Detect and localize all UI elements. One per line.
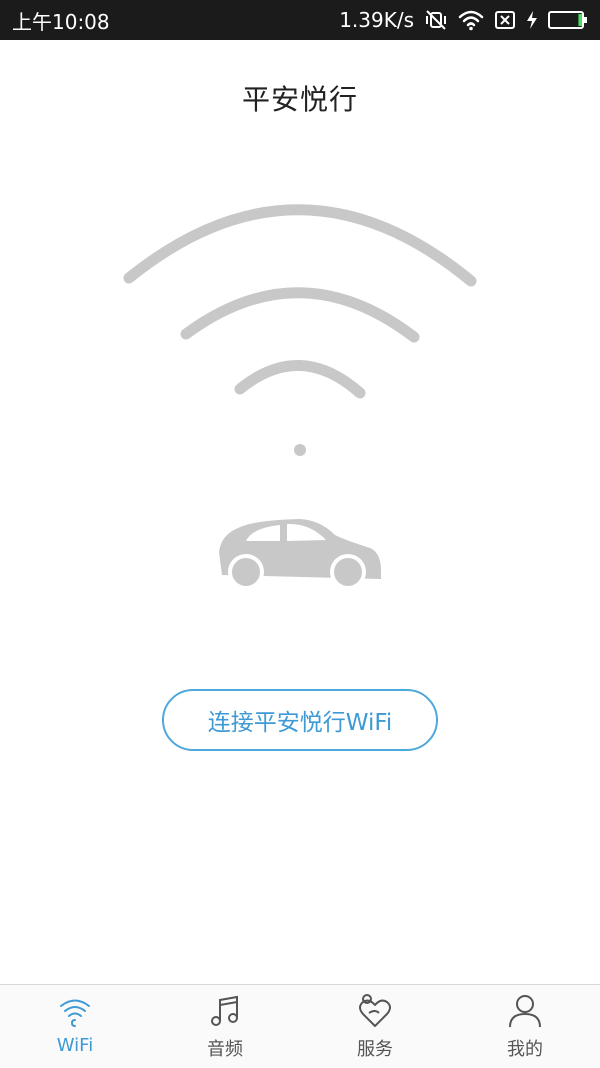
heart-people-icon bbox=[359, 994, 391, 1027]
hero-illustration bbox=[123, 204, 477, 590]
tab-mine-label: 我的 bbox=[507, 1039, 543, 1060]
battery-icon bbox=[548, 11, 587, 29]
tab-mine[interactable]: 我的 bbox=[450, 985, 600, 1068]
wifi-tab-icon bbox=[60, 999, 90, 1027]
wifi-signal-icon bbox=[458, 10, 484, 31]
tab-service-label: 服务 bbox=[357, 1039, 393, 1060]
music-note-icon bbox=[211, 995, 238, 1026]
tab-wifi[interactable]: WiFi bbox=[0, 985, 150, 1068]
tab-wifi-label: WiFi bbox=[56, 1035, 94, 1056]
user-icon bbox=[509, 995, 541, 1028]
tab-audio-label: 音频 bbox=[207, 1039, 243, 1060]
status-bar: 上午10:08 1.39K/s bbox=[0, 0, 600, 40]
tab-service[interactable]: 服务 bbox=[300, 985, 450, 1068]
status-icons: 1.39K/s bbox=[339, 8, 588, 32]
mute-vibrate-icon bbox=[426, 10, 446, 30]
page-title: 平安悦行 bbox=[241, 83, 358, 116]
connect-wifi-button-label: 连接平安悦行WiFi bbox=[207, 710, 393, 736]
net-speed: 1.39K/s bbox=[339, 8, 414, 32]
tab-audio[interactable]: 音频 bbox=[150, 985, 300, 1068]
status-time: 上午10:08 bbox=[12, 9, 110, 34]
no-sim-icon bbox=[495, 11, 515, 29]
charging-icon bbox=[527, 11, 537, 29]
connect-wifi-button[interactable]: 连接平安悦行WiFi bbox=[162, 689, 438, 751]
wifi-waves-icon bbox=[123, 204, 477, 456]
bottom-tab-bar: WiFi 音频 服务 我的 bbox=[0, 984, 600, 1068]
car-icon bbox=[219, 519, 381, 590]
